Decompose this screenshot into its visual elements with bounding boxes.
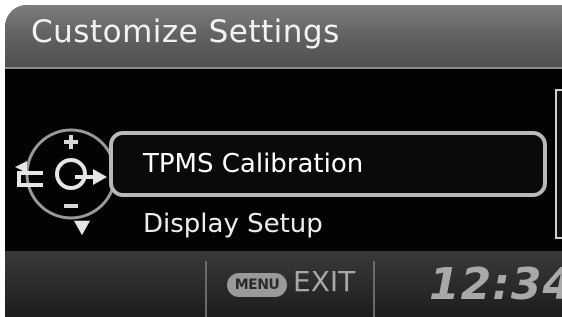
footer-divider-right: [373, 261, 375, 317]
menu-button[interactable]: MENU: [227, 273, 287, 297]
menu-list: TPMS Calibration Display Setup: [5, 69, 562, 251]
scrollbar[interactable]: [555, 89, 562, 239]
footer-divider-left: [205, 261, 207, 317]
display-screen: Customize Settings TPMS Calibration Disp…: [5, 5, 562, 317]
down-triangle-icon: [73, 220, 91, 236]
clock-display: 12:34: [429, 259, 562, 310]
page-title: Customize Settings: [31, 14, 340, 50]
menu-item-label-tpms[interactable]: TPMS Calibration: [143, 149, 363, 179]
footer-bar: MENU EXIT 12:34: [5, 251, 562, 317]
exit-label[interactable]: EXIT: [293, 265, 355, 298]
plus-icon: [64, 135, 78, 149]
title-bar: Customize Settings: [5, 5, 562, 69]
interface-dial-icon: [15, 128, 117, 220]
menu-item-label-display-setup[interactable]: Display Setup: [143, 209, 323, 239]
